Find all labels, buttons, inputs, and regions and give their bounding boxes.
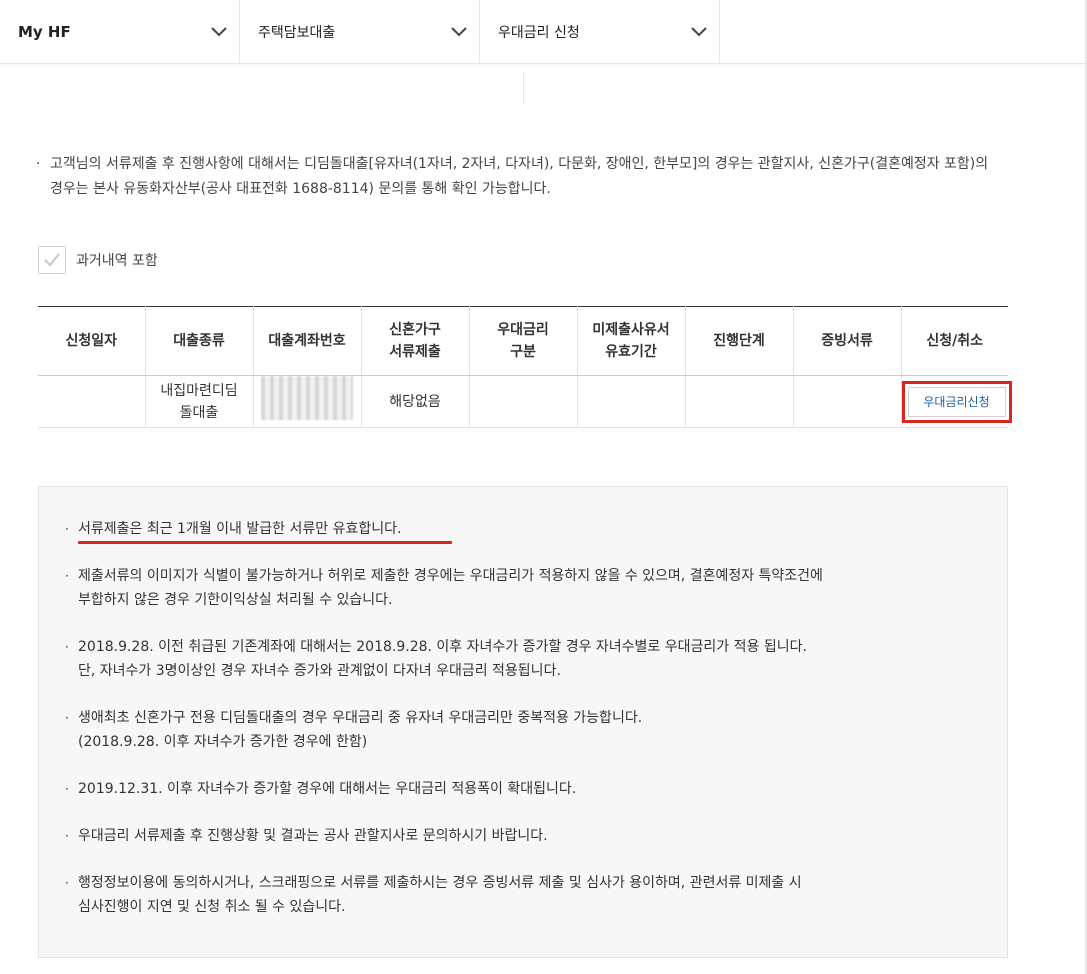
info-line: 행정정보이용에 동의하시거나, 스크래핑으로 서류를 제출하시는 경우 증빙서류… bbox=[78, 875, 802, 891]
info-item: · 2018.9.28. 이전 취급된 기존계좌에 대해서는 2018.9.28… bbox=[65, 635, 977, 683]
checkmark-icon bbox=[44, 253, 60, 267]
include-past-filter[interactable]: 과거내역 포함 bbox=[38, 246, 158, 274]
cell-stage bbox=[685, 375, 794, 428]
nav-label-mortgage: 주택담보대출 bbox=[258, 24, 336, 41]
col-header-validity: 미제출사유서 유효기간 bbox=[577, 306, 686, 376]
col-header-newlywed-docs: 신혼가구 서류제출 bbox=[361, 306, 470, 376]
guidance-box: · 서류제출은 최근 1개월 이내 발급한 서류만 유효합니다. · 제출서류의… bbox=[38, 486, 1008, 958]
info-line: 서류제출은 최근 1개월 이내 발급한 서류만 유효합니다. bbox=[78, 521, 402, 537]
top-navigation: My HF 주택담보대출 우대금리 신청 bbox=[0, 0, 1087, 64]
table-header-row: 신청일자 대출종류 대출계좌번호 신혼가구 서류제출 우대금리 구분 미제출사유서 유… bbox=[38, 306, 1008, 376]
progress-notice: · 고객님의 서류제출 후 진행사항에 대해서는 디딤돌대출[유자녀(1자녀, … bbox=[36, 152, 996, 202]
chevron-down-icon bbox=[211, 27, 227, 37]
nav-label-myhf: My HF bbox=[18, 22, 71, 41]
table-row: 내집마련디딤 돌대출 해당없음 우대금리신청 bbox=[38, 375, 1012, 428]
info-item: · 생애최초 신혼가구 전용 디딤돌대출의 경우 우대금리 중 유자녀 우대금리… bbox=[65, 706, 977, 754]
application-table: 신청일자 대출종류 대출계좌번호 신혼가구 서류제출 우대금리 구분 미제출사유서 유… bbox=[38, 306, 1012, 428]
col-header-account: 대출계좌번호 bbox=[253, 306, 362, 376]
info-item: · 서류제출은 최근 1개월 이내 발급한 서류만 유효합니다. bbox=[65, 517, 977, 544]
cell-evidence bbox=[793, 375, 902, 428]
cell-action: 우대금리신청 bbox=[901, 375, 1012, 428]
info-bullet: · bbox=[65, 829, 69, 843]
info-bullet: · bbox=[65, 640, 69, 654]
chevron-down-icon bbox=[691, 27, 707, 37]
info-line: 2018.9.28. 이전 취급된 기존계좌에 대해서는 2018.9.28. … bbox=[78, 639, 807, 655]
cell-validity bbox=[577, 375, 686, 428]
info-line: 심사진행이 지연 및 신청 취소 될 수 있습니다. bbox=[78, 899, 346, 915]
col-header-date: 신청일자 bbox=[38, 306, 146, 376]
cell-account bbox=[253, 375, 362, 428]
apply-preferential-rate-button[interactable]: 우대금리신청 bbox=[907, 386, 1006, 417]
redacted-account-number bbox=[261, 376, 353, 420]
notice-bullet: · bbox=[36, 156, 41, 172]
info-line: 생애최초 신혼가구 전용 디딤돌대출의 경우 우대금리 중 유자녀 우대금리만 … bbox=[78, 710, 643, 726]
nav-dropdown-mortgage[interactable]: 주택담보대출 bbox=[240, 0, 480, 63]
info-line: (2018.9.28. 이후 자녀수가 증가한 경우에 한함) bbox=[78, 734, 368, 750]
highlight-box: 우대금리신청 bbox=[901, 380, 1012, 423]
info-line: 단, 자녀수가 3명이상인 경우 자녀수 증가와 관계없이 다자녀 우대금리 적… bbox=[78, 663, 561, 679]
info-item: · 행정정보이용에 동의하시거나, 스크래핑으로 서류를 제출하시는 경우 증빙… bbox=[65, 871, 977, 919]
info-bullet: · bbox=[65, 569, 69, 583]
col-header-stage: 진행단계 bbox=[685, 306, 794, 376]
nav-dropdown-myhf[interactable]: My HF bbox=[0, 0, 240, 63]
info-line: 2019.12.31. 이후 자녀수가 증가할 경우에 대해서는 우대금리 적용… bbox=[78, 781, 577, 797]
info-line: 우대금리 서류제출 후 진행상황 및 결과는 공사 관할지사로 문의하시기 바랍… bbox=[78, 828, 548, 844]
include-past-checkbox[interactable] bbox=[38, 246, 66, 274]
red-underline-highlight bbox=[78, 541, 452, 544]
divider bbox=[523, 72, 524, 104]
info-item: · 2019.12.31. 이후 자녀수가 증가할 경우에 대해서는 우대금리 … bbox=[65, 777, 977, 801]
info-line: 부합하지 않은 경우 기한이익상실 처리될 수 있습니다. bbox=[78, 592, 393, 608]
info-item: · 제출서류의 이미지가 식별이 불가능하거나 허위로 제출한 경우에는 우대금… bbox=[65, 564, 977, 612]
cell-loan-type: 내집마련디딤 돌대출 bbox=[145, 375, 254, 428]
cell-date bbox=[38, 375, 146, 428]
notice-text: 고객님의 서류제출 후 진행사항에 대해서는 디딤돌대출[유자녀(1자녀, 2자… bbox=[50, 156, 989, 197]
col-header-action: 신청/취소 bbox=[901, 306, 1008, 376]
info-bullet: · bbox=[65, 782, 69, 796]
col-header-evidence: 증빙서류 bbox=[793, 306, 902, 376]
include-past-label: 과거내역 포함 bbox=[76, 253, 158, 269]
nav-dropdown-preferential-rate[interactable]: 우대금리 신청 bbox=[480, 0, 720, 63]
cell-newlywed-docs: 해당없음 bbox=[361, 375, 470, 428]
col-header-rate-type: 우대금리 구분 bbox=[469, 306, 578, 376]
cell-rate-type bbox=[469, 375, 578, 428]
info-line: 제출서류의 이미지가 식별이 불가능하거나 허위로 제출한 경우에는 우대금리가… bbox=[78, 568, 823, 584]
col-header-loan-type: 대출종류 bbox=[145, 306, 254, 376]
info-item: · 우대금리 서류제출 후 진행상황 및 결과는 공사 관할지사로 문의하시기 … bbox=[65, 824, 977, 848]
chevron-down-icon bbox=[451, 27, 467, 37]
info-bullet: · bbox=[65, 711, 69, 725]
info-bullet: · bbox=[65, 876, 69, 890]
info-bullet: · bbox=[65, 522, 69, 536]
nav-label-preferential-rate: 우대금리 신청 bbox=[498, 24, 580, 41]
